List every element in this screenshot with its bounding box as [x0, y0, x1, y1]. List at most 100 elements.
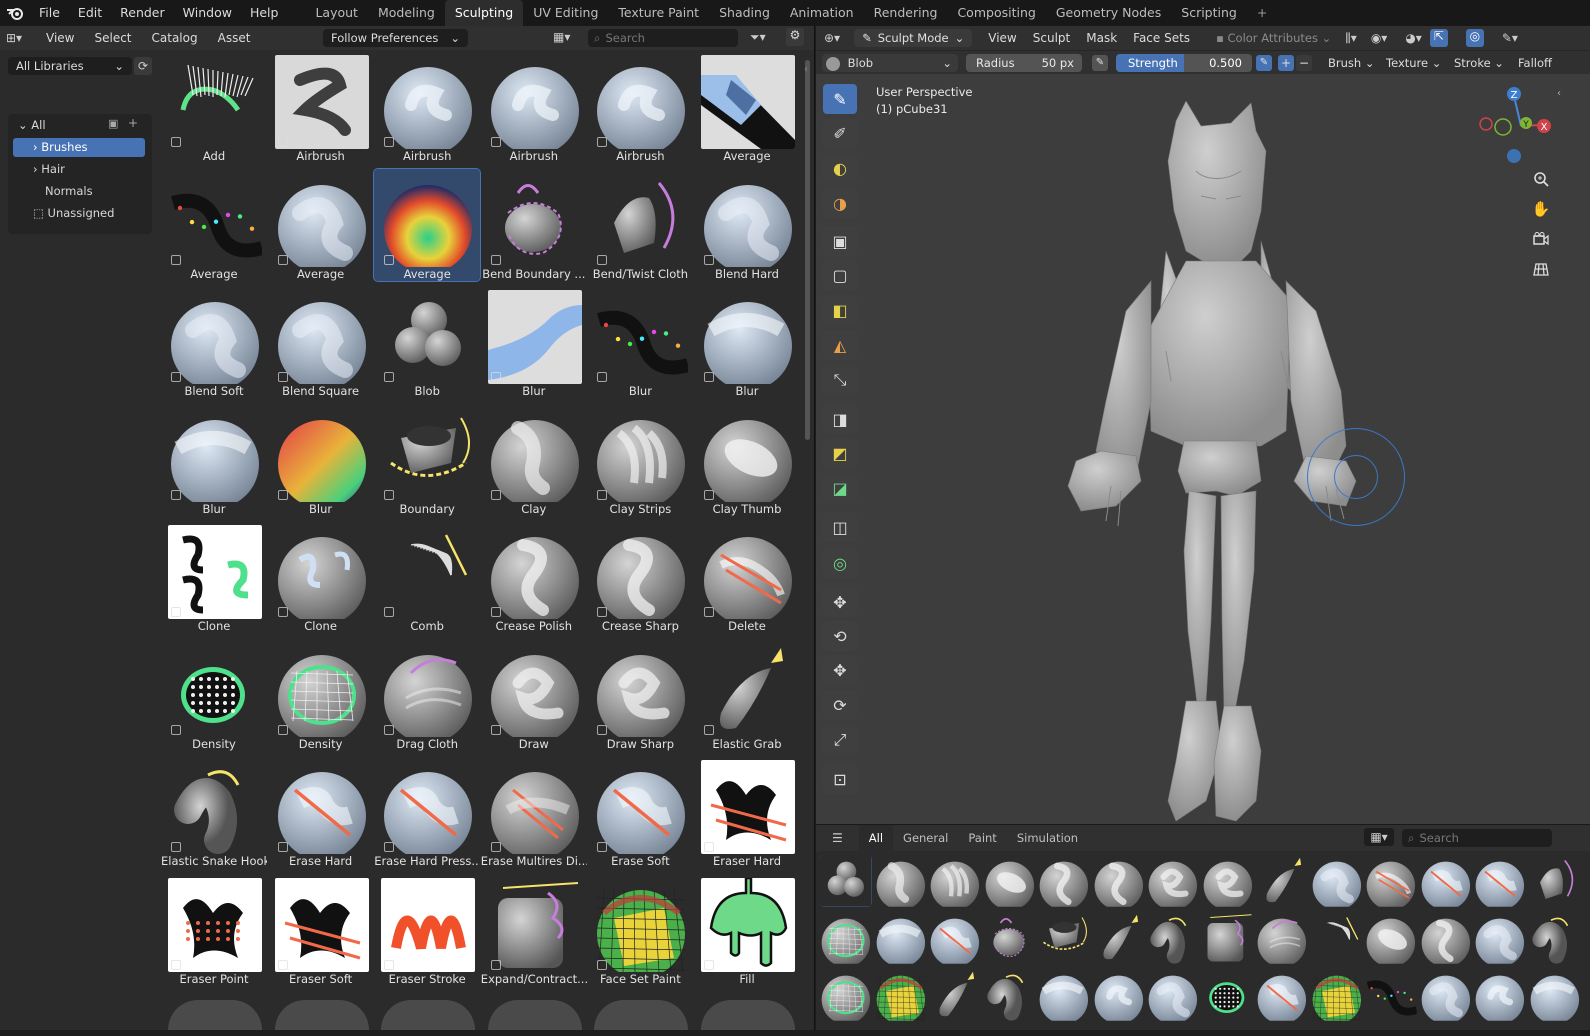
shelf-brush-tile[interactable]: [820, 912, 872, 964]
brush-menu[interactable]: Brush ⌄: [1318, 54, 1384, 72]
shelf-brush-tile[interactable]: [1365, 912, 1417, 964]
brush-asset-tile[interactable]: Blur: [694, 286, 800, 398]
shelf-brush-tile[interactable]: [1474, 855, 1526, 907]
mode-dropdown[interactable]: ✎ Sculpt Mode ⌄: [854, 29, 973, 47]
multiplane-icon[interactable]: ◫: [823, 512, 857, 542]
brush-asset-tile[interactable]: Density: [161, 639, 267, 751]
brush-asset-tile[interactable]: Eraser Stroke: [374, 874, 480, 986]
pressure-icon[interactable]: ✎: [1256, 55, 1272, 71]
brush-asset-tile[interactable]: Blur: [161, 404, 267, 516]
tab-modeling[interactable]: Modeling: [368, 0, 445, 26]
menu-render[interactable]: Render: [111, 0, 174, 26]
brush-asset-tile[interactable]: Comb: [374, 521, 480, 633]
brush-asset-tile[interactable]: Blur: [481, 286, 587, 398]
asset-search-input[interactable]: ⌕ Search: [588, 29, 738, 47]
zoom-icon[interactable]: [1528, 166, 1554, 192]
brush-asset-tile[interactable]: Eraser Hard: [694, 756, 800, 868]
shelf-brush-tile[interactable]: [1365, 855, 1417, 907]
import-method-dropdown[interactable]: Follow Preferences ⌄: [323, 29, 468, 47]
perspective-grid-icon[interactable]: [1528, 256, 1554, 282]
brush-asset-tile[interactable]: Average: [694, 51, 800, 163]
shelf-tab-simulation[interactable]: Simulation: [1007, 825, 1088, 851]
inflate-icon[interactable]: ▢: [823, 260, 857, 290]
catalog-item-unassigned[interactable]: ⬚ Unassigned: [33, 204, 143, 223]
rotate-icon[interactable]: ⟳: [823, 690, 857, 720]
tab-shading[interactable]: Shading: [709, 0, 780, 26]
shelf-tab-paint[interactable]: Paint: [958, 825, 1006, 851]
shelf-brush-tile[interactable]: [1419, 855, 1472, 907]
shelf-search-input[interactable]: ⌕ Search: [1402, 829, 1552, 847]
navigation-gizmo[interactable]: Z Y X: [1476, 86, 1566, 176]
shelf-brush-tile[interactable]: [1201, 969, 1254, 1021]
tab-uv-editing[interactable]: UV Editing: [523, 0, 608, 26]
brush-asset-tile[interactable]: Clone: [268, 521, 374, 633]
brush-asset-tile[interactable]: Airbrush: [587, 51, 693, 163]
brush-asset-tile[interactable]: Airbrush: [268, 51, 374, 163]
smooth-icon[interactable]: ⤡: [823, 365, 857, 395]
brush-asset-tile[interactable]: Clone: [161, 521, 267, 633]
shelf-brush-tile[interactable]: [929, 855, 981, 907]
radius-field[interactable]: Radius 50 px: [966, 54, 1082, 72]
brush-asset-tile[interactable]: Expand/Contract...: [481, 874, 587, 986]
shelf-brush-tile[interactable]: [1038, 912, 1090, 964]
gizmo-toggle-icon[interactable]: ⇱: [1429, 29, 1448, 47]
brush-asset-tile[interactable]: Airbrush: [374, 51, 480, 163]
shelf-brush-tile[interactable]: [874, 855, 927, 907]
shelf-tab-general[interactable]: General: [893, 825, 958, 851]
brush-asset-tile[interactable]: Erase Hard Press...: [374, 756, 480, 868]
scrollbar[interactable]: [805, 60, 810, 440]
brush-asset-tile[interactable]: Crease Sharp: [587, 521, 693, 633]
overlay-icon[interactable]: ◎: [1465, 29, 1484, 47]
shelf-brush-tile[interactable]: [1038, 855, 1090, 907]
add-icon[interactable]: +: [128, 116, 138, 130]
brush-asset-tile[interactable]: Fill: [694, 874, 800, 986]
brush-selector[interactable]: Blob ⌄: [822, 54, 958, 72]
blob-icon[interactable]: ◧: [823, 295, 857, 325]
library-dropdown[interactable]: All Libraries ⌄: [8, 57, 132, 75]
crease-icon[interactable]: ◭: [823, 330, 857, 360]
menu-sculpt[interactable]: Sculpt: [1025, 31, 1078, 45]
brush-asset-tile[interactable]: Average: [161, 169, 267, 281]
fill-icon[interactable]: ◩: [823, 438, 857, 468]
menu-edit[interactable]: Edit: [69, 0, 111, 26]
tab-rendering[interactable]: Rendering: [864, 0, 948, 26]
shelf-brush-tile[interactable]: [1147, 912, 1199, 964]
brush-asset-tile[interactable]: Blur: [268, 404, 374, 516]
move-icon[interactable]: ✥: [823, 655, 857, 685]
menu-mask[interactable]: Mask: [1078, 31, 1125, 45]
brush-asset-tile[interactable]: Blend Hard: [694, 169, 800, 281]
tab-texture-paint[interactable]: Texture Paint: [608, 0, 709, 26]
brush-asset-tile[interactable]: Bend/Twist Cloth: [587, 169, 693, 281]
pressure-icon[interactable]: ✎: [1092, 55, 1108, 71]
brush-asset-tile[interactable]: Blend Square: [268, 286, 374, 398]
layer-icon[interactable]: ▣: [823, 226, 857, 256]
brush-asset-tile[interactable]: Eraser Point: [161, 874, 267, 986]
brush-asset-tile[interactable]: Blob: [374, 286, 480, 398]
tab-sculpting[interactable]: Sculpting: [444, 0, 524, 26]
shelf-brush-tile[interactable]: [1201, 855, 1254, 907]
menu-window[interactable]: Window: [174, 0, 241, 26]
shelf-brush-tile[interactable]: [820, 855, 872, 907]
brush-asset-tile[interactable]: Blend Soft: [161, 286, 267, 398]
flatten-icon[interactable]: ◨: [823, 404, 857, 434]
direction-subtract-icon[interactable]: −: [1296, 55, 1312, 71]
clay-icon[interactable]: ◐: [823, 153, 857, 183]
xray-icon[interactable]: ✎▾: [1502, 31, 1518, 45]
shelf-brush-tile[interactable]: [1474, 912, 1526, 964]
brush-asset-tile[interactable]: Erase Soft: [587, 756, 693, 868]
brush-asset-tile[interactable]: Density: [268, 639, 374, 751]
shelf-brush-tile[interactable]: [1365, 969, 1417, 1021]
shelf-brush-tile[interactable]: [1310, 912, 1363, 964]
menu-catalog[interactable]: Catalog: [142, 31, 208, 45]
shelf-brush-tile[interactable]: [1474, 969, 1526, 1021]
shelf-brush-tile[interactable]: [1092, 969, 1145, 1021]
brush-asset-tile[interactable]: Clay Thumb: [694, 404, 800, 516]
refresh-icon[interactable]: ⟳: [134, 57, 152, 75]
shelf-brush-tile[interactable]: [1256, 855, 1308, 907]
shelf-brush-tile[interactable]: [1528, 912, 1581, 964]
color-attributes-dropdown[interactable]: ▪ Color Attributes ⌄: [1216, 31, 1331, 45]
brush-asset-tile[interactable]: Boundary: [374, 404, 480, 516]
editor-type-icon[interactable]: ⊞▾: [6, 31, 36, 45]
brush-asset-tile[interactable]: Bend Boundary ...: [481, 169, 587, 281]
brush-asset-tile[interactable]: Draw Sharp: [587, 639, 693, 751]
